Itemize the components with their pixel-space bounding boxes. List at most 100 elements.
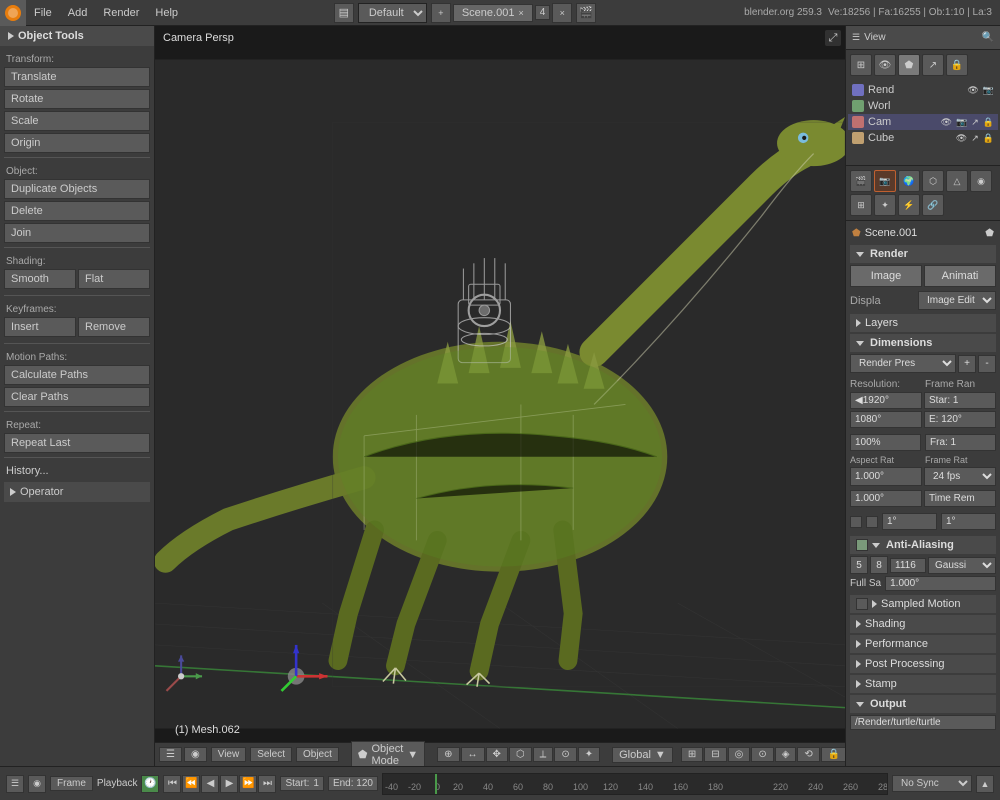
timeline-expand-btn[interactable]: ▲	[976, 775, 994, 793]
play-back-btn[interactable]: ◀	[201, 775, 219, 793]
aa-filter-select[interactable]: Gaussi	[928, 557, 996, 574]
chk2[interactable]	[866, 516, 878, 528]
history-btn[interactable]: History...	[4, 462, 150, 480]
mode-selector[interactable]: ⬟ Object Mode ▼	[351, 741, 425, 767]
smooth-btn[interactable]: Smooth	[4, 269, 76, 289]
lock-icon[interactable]: 🔒	[946, 54, 968, 76]
menu-file[interactable]: File	[26, 0, 60, 25]
vp-tool-5[interactable]: ⟂	[533, 747, 554, 762]
dimensions-header[interactable]: Dimensions	[850, 334, 996, 352]
output-header[interactable]: Output	[850, 695, 996, 713]
render-icon[interactable]: 🎬	[576, 3, 596, 23]
step-fwd-btn[interactable]: ⏩	[239, 775, 257, 793]
menu-render[interactable]: Render	[95, 0, 147, 25]
scene-tab-active[interactable]: Scene.001 ×	[453, 4, 533, 22]
calculate-paths-btn[interactable]: Calculate Paths	[4, 365, 150, 385]
preset-add-btn[interactable]: +	[958, 355, 976, 373]
cam-render-btn[interactable]: 📷	[956, 117, 967, 128]
vp-prop-btn[interactable]: ◎	[728, 747, 751, 762]
jump-start-btn[interactable]: ⏮	[163, 775, 181, 793]
vp-mirror-btn[interactable]: ⊟	[704, 747, 726, 762]
vp-proportional-btn[interactable]: ⊙	[751, 747, 773, 762]
vp-tool-2[interactable]: ↔	[461, 747, 485, 762]
all-icon[interactable]: ⊞	[850, 54, 872, 76]
timeline-camera-icon[interactable]: ◉	[28, 775, 46, 793]
props-tab-scene[interactable]: 🎬	[850, 170, 872, 192]
vp-tool-7[interactable]: ✦	[578, 747, 600, 762]
start-frame-btn[interactable]: 🕐	[141, 775, 159, 793]
cube-sel-btn[interactable]: ↗	[971, 133, 979, 144]
sel-icon[interactable]: ↗	[922, 54, 944, 76]
jump-end-btn[interactable]: ⏭	[258, 775, 276, 793]
preset-remove-btn[interactable]: -	[978, 355, 996, 373]
step-back-btn[interactable]: ⏪	[182, 775, 200, 793]
sync-select[interactable]: No Sync	[892, 775, 972, 792]
outliner-item-world[interactable]: Worl	[848, 98, 998, 114]
menu-add[interactable]: Add	[60, 0, 96, 25]
end-field[interactable]: E: 120°	[924, 411, 996, 428]
fra-field[interactable]: Fra: 1	[925, 434, 996, 451]
frame-marker[interactable]	[435, 774, 437, 794]
post-processing-section[interactable]: Post Processing	[850, 655, 996, 673]
disp-select[interactable]: Image Edit	[918, 291, 996, 310]
shading-section[interactable]: Shading	[850, 615, 996, 633]
aa-samples[interactable]: 1116	[890, 558, 926, 573]
flat-btn[interactable]: Flat	[78, 269, 150, 289]
select-menu-btn[interactable]: Select	[250, 747, 292, 762]
rend-cam-btn[interactable]: 📷	[983, 85, 994, 96]
cube-vis-btn[interactable]: 👁	[956, 133, 967, 144]
outliner-item-cam[interactable]: Cam 👁 📷 ↗ 🔒	[848, 114, 998, 130]
full-sa-val[interactable]: 1.000°	[885, 576, 996, 591]
clear-paths-btn[interactable]: Clear Paths	[4, 387, 150, 407]
cam-vis-btn[interactable]: 👁	[941, 117, 952, 128]
aa-header[interactable]: Anti-Aliasing	[850, 536, 996, 554]
pivot-selector[interactable]: Global ▼	[612, 747, 673, 763]
props-tab-world[interactable]: 🌍	[898, 170, 920, 192]
stamp-section[interactable]: Stamp	[850, 675, 996, 693]
fra2-field[interactable]: 1°	[882, 513, 937, 530]
delete-btn[interactable]: Delete	[4, 201, 150, 221]
duplicate-btn[interactable]: Duplicate Objects	[4, 179, 150, 199]
translate-btn[interactable]: Translate	[4, 67, 150, 87]
scale-btn[interactable]: Scale	[4, 111, 150, 131]
insert-keyframe-btn[interactable]: Insert	[4, 317, 76, 337]
add-screen-btn[interactable]: +	[431, 3, 451, 23]
render-icon[interactable]: ⬟	[898, 54, 920, 76]
rotate-btn[interactable]: Rotate	[4, 89, 150, 109]
image-render-btn[interactable]: Image	[850, 265, 922, 287]
rend-vis-btn[interactable]: 👁	[967, 85, 978, 96]
aa-checkbox[interactable]	[856, 539, 868, 551]
vp-onion-btn[interactable]: ◈	[775, 747, 797, 762]
aspect-y-field[interactable]: 1.000°	[850, 490, 922, 507]
sampled-motion-section[interactable]: Sampled Motion	[850, 595, 996, 613]
chk1[interactable]	[850, 516, 862, 528]
vp-lock-btn[interactable]: 🔒	[821, 747, 845, 762]
props-tab-mat[interactable]: ◉	[970, 170, 992, 192]
performance-section[interactable]: Performance	[850, 635, 996, 653]
props-tab-mesh[interactable]: △	[946, 170, 968, 192]
cube-lock-btn[interactable]: 🔒	[983, 133, 994, 144]
vp-tool-6[interactable]: ⊙	[554, 747, 576, 762]
cam-lock-btn[interactable]: ↗	[971, 117, 979, 128]
vp-tool-1[interactable]: ⊕	[437, 747, 459, 762]
vis-icon[interactable]: 👁	[874, 54, 896, 76]
props-tab-render[interactable]: 📷	[874, 170, 896, 192]
sampled-motion-chk[interactable]	[856, 598, 868, 610]
outliner-item-rend[interactable]: Rend 👁 📷	[848, 82, 998, 98]
height-field[interactable]: 1080°	[850, 411, 922, 428]
vp-tool-3[interactable]: ✥	[486, 747, 508, 762]
search-icon[interactable]: 🔍	[982, 32, 994, 43]
engine-selector[interactable]: Default	[358, 3, 427, 23]
pct-field[interactable]: 100%	[850, 434, 921, 451]
outliner-item-cube[interactable]: Cube 👁 ↗ 🔒	[848, 130, 998, 146]
repeat-last-btn[interactable]: Repeat Last	[4, 433, 150, 453]
object-menu-btn[interactable]: Object	[296, 747, 339, 762]
viewport[interactable]: Camera Persp ⤢	[155, 26, 845, 766]
anim-render-btn[interactable]: Animati	[924, 265, 996, 287]
cam-more-btn[interactable]: 🔒	[983, 117, 994, 128]
close-screen-btn[interactable]: ×	[552, 3, 572, 23]
vp-snap-btn[interactable]: ⊞	[681, 747, 703, 762]
aspect-x-field[interactable]: 1.000°	[850, 467, 922, 486]
menu-help[interactable]: Help	[147, 0, 186, 25]
play-fwd-btn[interactable]: ▶	[220, 775, 238, 793]
